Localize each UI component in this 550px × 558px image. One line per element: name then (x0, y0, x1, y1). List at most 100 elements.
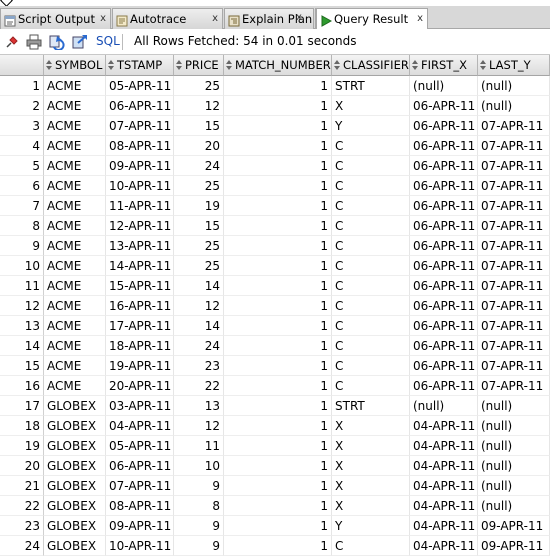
column-header-tstamp[interactable]: TSTAMP (106, 55, 174, 76)
cell-tstamp[interactable]: 08-APR-11 (106, 136, 174, 156)
cell-match-number[interactable]: 1 (224, 176, 332, 196)
row-number[interactable]: 8 (0, 216, 44, 236)
row-number[interactable]: 1 (0, 76, 44, 96)
row-number[interactable]: 20 (0, 456, 44, 476)
pin-icon[interactable] (4, 34, 20, 50)
cell-classifier[interactable]: C (332, 136, 410, 156)
column-header-symbol[interactable]: SYMBOL (44, 55, 106, 76)
cell-price[interactable]: 12 (174, 296, 224, 316)
cell-first-x[interactable]: (null) (410, 76, 478, 96)
cell-tstamp[interactable]: 05-APR-11 (106, 76, 174, 96)
cell-last-y[interactable]: 09-APR-11 (478, 536, 550, 556)
row-number[interactable]: 11 (0, 276, 44, 296)
cell-classifier[interactable]: C (332, 296, 410, 316)
cell-tstamp[interactable]: 06-APR-11 (106, 456, 174, 476)
cell-last-y[interactable]: (null) (478, 496, 550, 516)
cell-symbol[interactable]: ACME (44, 136, 106, 156)
cell-classifier[interactable]: C (332, 236, 410, 256)
row-number[interactable]: 13 (0, 316, 44, 336)
cell-symbol[interactable]: ACME (44, 96, 106, 116)
cell-last-y[interactable]: 07-APR-11 (478, 176, 550, 196)
export-icon[interactable] (72, 34, 88, 50)
cell-symbol[interactable]: ACME (44, 116, 106, 136)
cell-last-y[interactable]: 07-APR-11 (478, 136, 550, 156)
cell-classifier[interactable]: C (332, 356, 410, 376)
cell-last-y[interactable]: 07-APR-11 (478, 276, 550, 296)
cell-last-y[interactable]: (null) (478, 476, 550, 496)
cell-tstamp[interactable]: 11-APR-11 (106, 196, 174, 216)
cell-match-number[interactable]: 1 (224, 536, 332, 556)
table-row[interactable]: 14 ACME 18-APR-11 24 1 C 06-APR-11 07-APR-11 (0, 336, 550, 356)
cell-tstamp[interactable]: 05-APR-11 (106, 436, 174, 456)
cell-price[interactable]: 25 (174, 236, 224, 256)
cell-tstamp[interactable]: 15-APR-11 (106, 276, 174, 296)
cell-tstamp[interactable]: 08-APR-11 (106, 496, 174, 516)
row-number[interactable]: 6 (0, 176, 44, 196)
cell-price[interactable]: 23 (174, 356, 224, 376)
cell-first-x[interactable]: 06-APR-11 (410, 196, 478, 216)
cell-classifier[interactable]: X (332, 416, 410, 436)
tab-query-result[interactable]: Query Result x (316, 8, 428, 30)
table-row[interactable]: 16 ACME 20-APR-11 22 1 C 06-APR-11 07-APR-11 (0, 376, 550, 396)
row-number[interactable]: 3 (0, 116, 44, 136)
cell-last-y[interactable]: (null) (478, 76, 550, 96)
cell-last-y[interactable]: (null) (478, 396, 550, 416)
cell-match-number[interactable]: 1 (224, 236, 332, 256)
cell-symbol[interactable]: ACME (44, 76, 106, 96)
row-number[interactable]: 21 (0, 476, 44, 496)
table-row[interactable]: 15 ACME 19-APR-11 23 1 C 06-APR-11 07-APR-11 (0, 356, 550, 376)
cell-classifier[interactable]: X (332, 96, 410, 116)
row-number[interactable]: 5 (0, 156, 44, 176)
cell-tstamp[interactable]: 14-APR-11 (106, 256, 174, 276)
cell-price[interactable]: 15 (174, 116, 224, 136)
table-row[interactable]: 22 GLOBEX 08-APR-11 8 1 X 04-APR-11 (null) (0, 496, 550, 516)
cell-last-y[interactable]: (null) (478, 96, 550, 116)
cell-first-x[interactable]: 06-APR-11 (410, 236, 478, 256)
cell-match-number[interactable]: 1 (224, 136, 332, 156)
cell-classifier[interactable]: X (332, 476, 410, 496)
cell-tstamp[interactable]: 17-APR-11 (106, 316, 174, 336)
cell-tstamp[interactable]: 13-APR-11 (106, 236, 174, 256)
cell-first-x[interactable]: 06-APR-11 (410, 136, 478, 156)
table-row[interactable]: 12 ACME 16-APR-11 12 1 C 06-APR-11 07-APR-11 (0, 296, 550, 316)
cell-price[interactable]: 25 (174, 176, 224, 196)
cell-price[interactable]: 9 (174, 476, 224, 496)
cell-tstamp[interactable]: 12-APR-11 (106, 216, 174, 236)
cell-tstamp[interactable]: 07-APR-11 (106, 116, 174, 136)
tab-autotrace[interactable]: Autotrace x (112, 8, 223, 29)
cell-classifier[interactable]: Y (332, 116, 410, 136)
close-icon[interactable]: x (100, 9, 106, 29)
cell-tstamp[interactable]: 10-APR-11 (106, 536, 174, 556)
cell-price[interactable]: 19 (174, 196, 224, 216)
cell-last-y[interactable]: 07-APR-11 (478, 256, 550, 276)
cell-classifier[interactable]: STRT (332, 76, 410, 96)
close-icon[interactable]: x (417, 9, 423, 29)
column-header-first-x[interactable]: FIRST_X (410, 55, 478, 76)
cell-classifier[interactable]: C (332, 276, 410, 296)
row-number[interactable]: 19 (0, 436, 44, 456)
cell-first-x[interactable]: 06-APR-11 (410, 356, 478, 376)
table-row[interactable]: 24 GLOBEX 10-APR-11 9 1 C 04-APR-11 09-APR-11 (0, 536, 550, 556)
cell-price[interactable]: 11 (174, 436, 224, 456)
cell-match-number[interactable]: 1 (224, 76, 332, 96)
row-number[interactable]: 22 (0, 496, 44, 516)
cell-classifier[interactable]: STRT (332, 396, 410, 416)
cell-match-number[interactable]: 1 (224, 416, 332, 436)
cell-match-number[interactable]: 1 (224, 456, 332, 476)
cell-match-number[interactable]: 1 (224, 296, 332, 316)
table-row[interactable]: 17 GLOBEX 03-APR-11 13 1 STRT (null) (null) (0, 396, 550, 416)
cell-first-x[interactable]: 06-APR-11 (410, 316, 478, 336)
cell-first-x[interactable]: 06-APR-11 (410, 276, 478, 296)
row-number[interactable]: 18 (0, 416, 44, 436)
cell-match-number[interactable]: 1 (224, 116, 332, 136)
cell-symbol[interactable]: ACME (44, 176, 106, 196)
table-row[interactable]: 6 ACME 10-APR-11 25 1 C 06-APR-11 07-APR-11 (0, 176, 550, 196)
table-row[interactable]: 13 ACME 17-APR-11 14 1 C 06-APR-11 07-APR-11 (0, 316, 550, 336)
cell-symbol[interactable]: GLOBEX (44, 516, 106, 536)
column-header-match-number[interactable]: MATCH_NUMBER (224, 55, 332, 76)
cell-symbol[interactable]: GLOBEX (44, 496, 106, 516)
table-row[interactable]: 1 ACME 05-APR-11 25 1 STRT (null) (null) (0, 76, 550, 96)
cell-match-number[interactable]: 1 (224, 276, 332, 296)
cell-match-number[interactable]: 1 (224, 256, 332, 276)
table-row[interactable]: 19 GLOBEX 05-APR-11 11 1 X 04-APR-11 (null) (0, 436, 550, 456)
